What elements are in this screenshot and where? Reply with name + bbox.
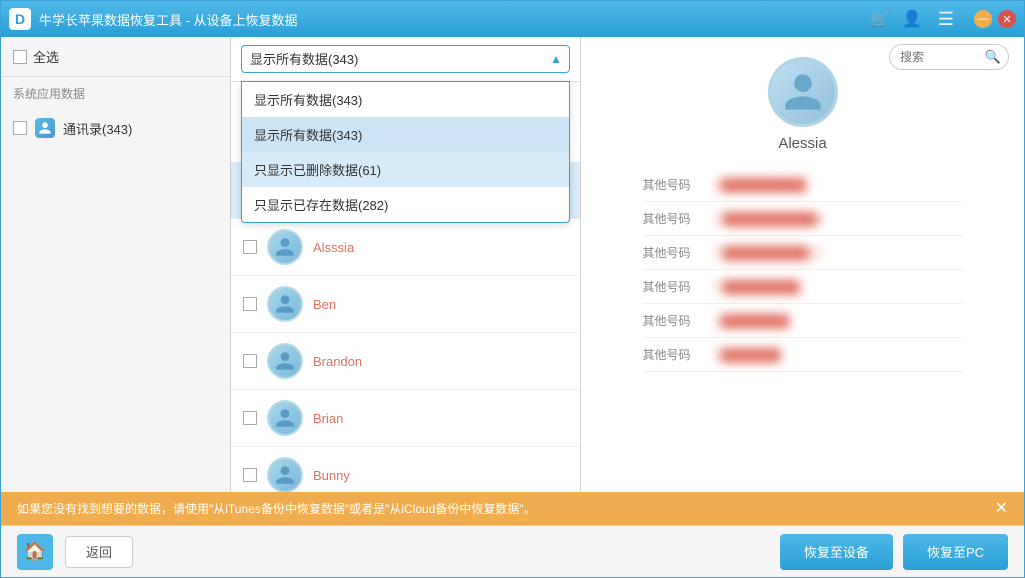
cart-icon[interactable]: 🛒 (870, 9, 890, 29)
contacts-label: 通讯录(343) (63, 119, 132, 138)
user-icon[interactable]: 👤 (902, 9, 922, 29)
detail-value-4: 1████████ (715, 314, 963, 328)
detail-fields: 其他号码 4██████████ 其他号码 C███████████3 其他号码… (643, 168, 963, 372)
contact-avatar-alsssia (267, 229, 303, 265)
filter-select[interactable]: 显示所有数据(343) 只显示已删除数据(61) 只显示已存在数据(282) (241, 45, 570, 73)
search-area: 🔍 (889, 44, 1009, 70)
contact-item-bunny[interactable]: Bunny (231, 447, 580, 492)
close-button[interactable]: ✕ (998, 10, 1016, 28)
contacts-checkbox[interactable] (13, 121, 27, 135)
dropdown-item-deleted[interactable]: 只显示已删除数据(61) (242, 152, 569, 187)
contact-name-brandon: Brandon (313, 354, 362, 369)
minimize-button[interactable]: — (974, 10, 992, 28)
app-logo: D (9, 8, 31, 30)
dropdown-item-existing[interactable]: 只显示已存在数据(282) (242, 187, 569, 222)
action-bar: 🏠 返回 恢复至设备 恢复至PC (1, 525, 1024, 577)
detail-row-4: 其他号码 1████████ (643, 304, 963, 338)
detail-name: Alessia (778, 135, 826, 152)
restore-device-button[interactable]: 恢复至设备 (780, 534, 893, 570)
contact-list-panel: 显示所有数据(343) 只显示已删除数据(61) 只显示已存在数据(282) ▲… (231, 37, 581, 492)
search-container: 🔍 (889, 44, 1009, 70)
window-controls: — ✕ (974, 10, 1016, 28)
main-content: 全选 系统应用数据 通讯录(343) 显示所有数据(343) 只显示已删除数据(… (1, 37, 1024, 492)
notification-bar: 如果您没有找到想要的数据，请使用"从iTunes备份中恢复数据"或者是"从iCl… (1, 492, 1024, 525)
window-title: 牛学长苹果数据恢复工具 - 从设备上恢复数据 (39, 10, 870, 29)
contact-checkbox-bunny[interactable] (243, 468, 257, 482)
detail-panel: 🔍 Alessia 其他号码 4██████████ 其他号码 C███████… (581, 37, 1024, 492)
detail-value-1: C███████████3 (715, 212, 963, 226)
detail-label-3: 其他号码 (643, 278, 703, 295)
filter-dropdown[interactable]: 显示所有数据(343) 显示所有数据(343) 只显示已删除数据(61) 只显示… (241, 81, 570, 223)
detail-label-1: 其他号码 (643, 210, 703, 227)
detail-value-2: C██████████03 (715, 246, 963, 260)
detail-label-4: 其他号码 (643, 312, 703, 329)
titlebar: D 牛学长苹果数据恢复工具 - 从设备上恢复数据 🛒 👤 ☰ — ✕ (1, 1, 1024, 37)
filter-bar: 显示所有数据(343) 只显示已删除数据(61) 只显示已存在数据(282) ▲… (231, 37, 580, 82)
contact-checkbox-alsssia[interactable] (243, 240, 257, 254)
contact-avatar-brian (267, 400, 303, 436)
detail-row-2: 其他号码 C██████████03 (643, 236, 963, 270)
detail-value-3: C█████████ (715, 280, 963, 294)
main-window: D 牛学长苹果数据恢复工具 - 从设备上恢复数据 🛒 👤 ☰ — ✕ 全选 系统… (0, 0, 1025, 578)
sidebar: 全选 系统应用数据 通讯录(343) (1, 37, 231, 492)
detail-label-5: 其他号码 (643, 346, 703, 363)
sidebar-item-contacts[interactable]: 通讯录(343) (1, 110, 230, 146)
select-all-checkbox[interactable] (13, 50, 27, 64)
menu-icon[interactable]: ☰ (938, 9, 954, 30)
dropdown-item-all2[interactable]: 显示所有数据(343) (242, 117, 569, 152)
back-button[interactable]: 返回 (65, 536, 133, 568)
detail-row-3: 其他号码 C█████████ (643, 270, 963, 304)
contact-name-alsssia: Alsssia (313, 240, 354, 255)
contact-checkbox-brandon[interactable] (243, 354, 257, 368)
titlebar-icons: 🛒 👤 ☰ — ✕ (870, 9, 1016, 30)
sidebar-header: 全选 (1, 37, 230, 77)
contact-item-brandon[interactable]: Brandon (231, 333, 580, 390)
contact-checkbox-brian[interactable] (243, 411, 257, 425)
detail-value-0: 4██████████ (715, 178, 963, 192)
detail-value-5: 2███████ (715, 348, 963, 362)
select-all-label: 全选 (33, 47, 59, 66)
contact-avatar-bunny (267, 457, 303, 492)
detail-avatar (768, 57, 838, 127)
contact-checkbox-ben[interactable] (243, 297, 257, 311)
detail-label-0: 其他号码 (643, 176, 703, 193)
detail-row-1: 其他号码 C███████████3 (643, 202, 963, 236)
contact-avatar-ben (267, 286, 303, 322)
detail-label-2: 其他号码 (643, 244, 703, 261)
dropdown-item-all[interactable]: 显示所有数据(343) (242, 82, 569, 117)
contact-item-brian[interactable]: Brian (231, 390, 580, 447)
home-button[interactable]: 🏠 (17, 534, 53, 570)
contact-name-bunny: Bunny (313, 468, 350, 483)
detail-row-0: 其他号码 4██████████ (643, 168, 963, 202)
contacts-icon (35, 118, 55, 138)
detail-row-5: 其他号码 2███████ (643, 338, 963, 372)
notification-close-button[interactable]: ✕ (995, 501, 1008, 517)
contact-name-brian: Brian (313, 411, 343, 426)
restore-pc-button[interactable]: 恢复至PC (903, 534, 1008, 570)
contact-avatar-brandon (267, 343, 303, 379)
notification-text: 如果您没有找到想要的数据，请使用"从iTunes备份中恢复数据"或者是"从iCl… (17, 500, 536, 517)
contact-item-ben[interactable]: Ben (231, 276, 580, 333)
contact-name-ben: Ben (313, 297, 336, 312)
sidebar-section-title: 系统应用数据 (1, 77, 230, 110)
search-icon: 🔍 (985, 49, 1001, 65)
contact-item-alsssia[interactable]: Alsssia (231, 219, 580, 276)
